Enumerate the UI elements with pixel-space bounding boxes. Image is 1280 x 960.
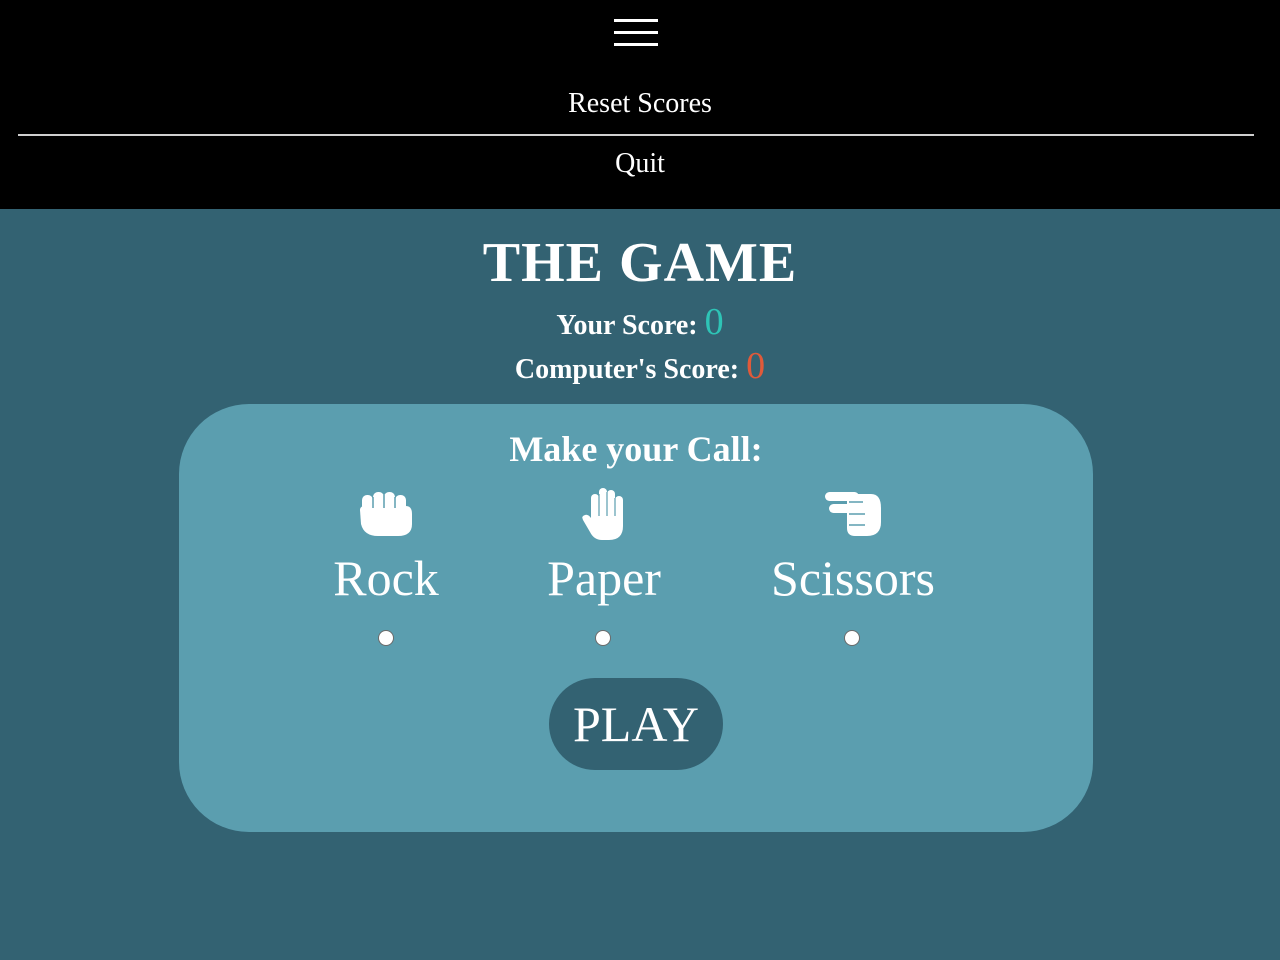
hand-fist-icon (360, 492, 412, 536)
choice-paper[interactable]: Paper (494, 488, 714, 608)
top-navigation: Reset Scores Quit (0, 0, 1280, 209)
rock-radio[interactable] (378, 630, 394, 646)
play-button[interactable]: PLAY (549, 678, 723, 770)
paper-radio[interactable] (595, 630, 611, 646)
your-score-label: Your Score: (556, 310, 698, 341)
choice-scissors[interactable]: Scissors (743, 488, 963, 608)
choice-paper-label: Paper (547, 550, 661, 606)
choice-scissors-label: Scissors (771, 550, 935, 606)
computer-score: Computer's Score: 0 (0, 344, 1280, 388)
menu-divider (18, 134, 1254, 136)
prompt-text: Make your Call: (509, 429, 763, 469)
hand-open-icon (582, 488, 623, 540)
choice-rock-label: Rock (333, 550, 439, 606)
reset-scores-link[interactable]: Reset Scores (0, 88, 1280, 120)
game-panel: Make your Call: Rock Paper Scissors PLAY (179, 404, 1093, 832)
game-title: THE GAME (482, 232, 798, 294)
computer-score-value: 0 (746, 345, 766, 387)
choice-rock[interactable]: Rock (276, 488, 496, 608)
quit-link[interactable]: Quit (0, 148, 1280, 180)
your-score-value: 0 (704, 301, 724, 343)
scissors-radio[interactable] (844, 630, 860, 646)
hand-scissors-icon (825, 492, 881, 536)
computer-score-label: Computer's Score: (514, 354, 740, 385)
hamburger-menu-icon[interactable] (614, 19, 658, 49)
your-score: Your Score: 0 (0, 300, 1280, 344)
